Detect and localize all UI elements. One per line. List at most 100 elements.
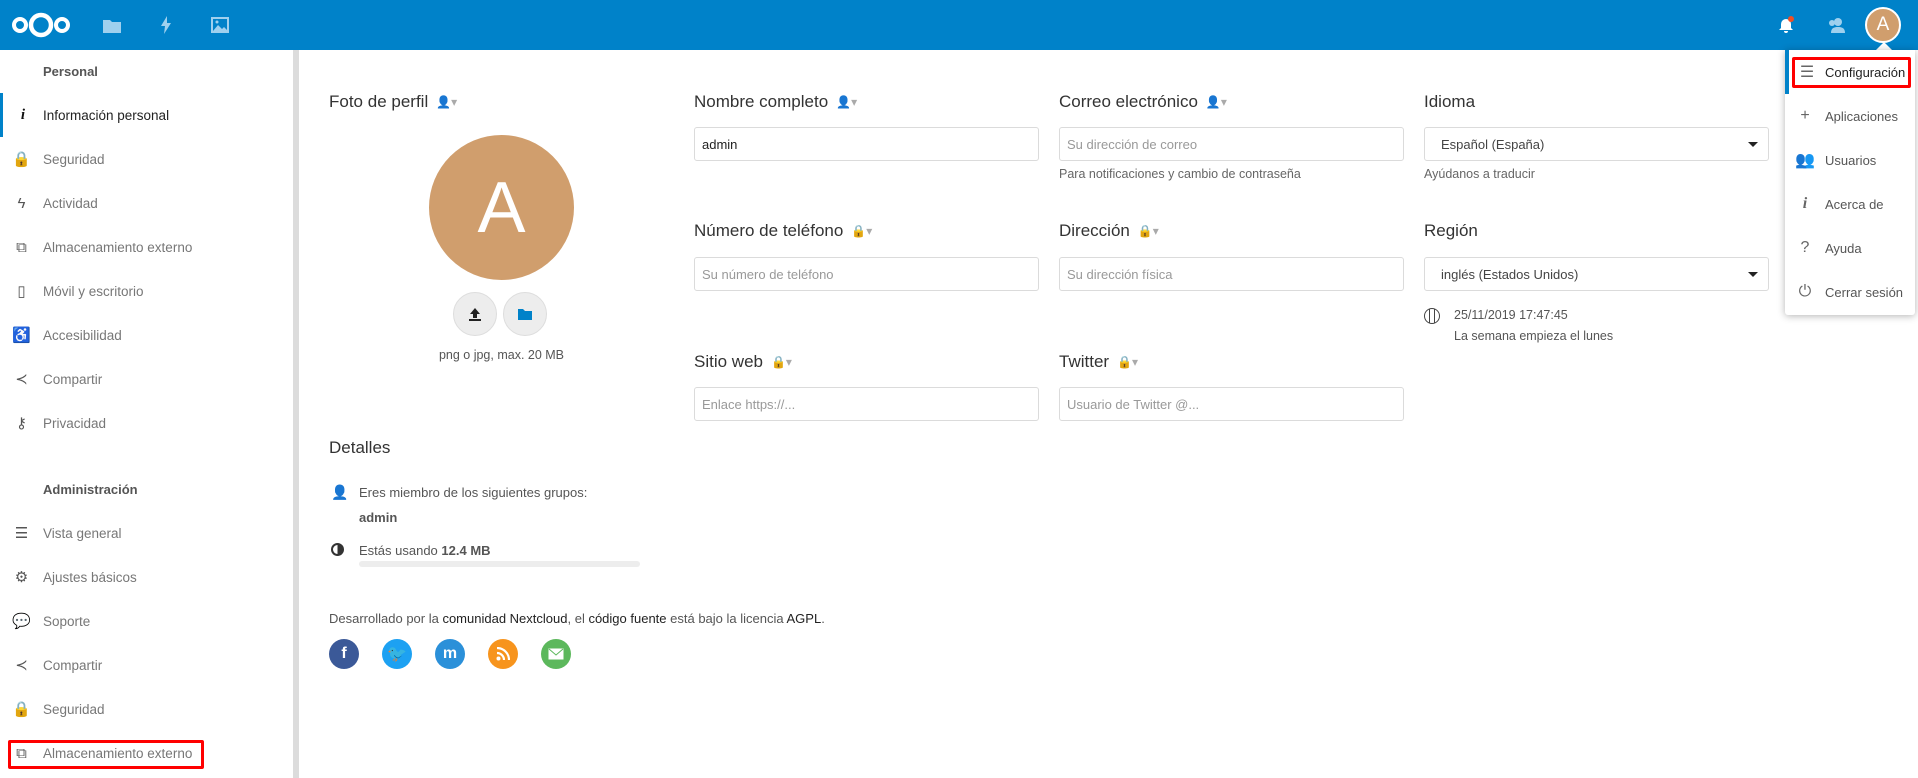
users-icon: 👥 — [1795, 152, 1815, 169]
files-icon[interactable] — [100, 13, 124, 37]
sidebar-heading-admin: Administración — [43, 482, 138, 497]
mastodon-icon[interactable]: m — [435, 639, 465, 669]
caret-down-icon — [1748, 142, 1758, 147]
sidebar-item[interactable]: ♿ Accesibilidad — [0, 313, 293, 357]
phone-input[interactable] — [694, 257, 1039, 291]
visibility-scope-icon[interactable]: 👤▾ — [1206, 95, 1227, 109]
sidebar-item[interactable]: ⚙ Ajustes básicos — [0, 555, 293, 599]
photo-heading: Foto de perfil 👤▾ — [329, 92, 458, 111]
community-link[interactable]: comunidad Nextcloud — [442, 611, 567, 626]
quota-icon — [331, 543, 344, 556]
menu-item[interactable]: ⏻ Cerrar sesión — [1785, 270, 1915, 314]
region-datetime: 25/11/2019 17:47:45 — [1454, 308, 1568, 322]
menu-item[interactable]: i Acerca de — [1785, 182, 1915, 226]
phone-icon: ▯ — [17, 283, 26, 300]
sidebar-item[interactable]: i Información personal — [0, 93, 293, 137]
sidebar-item[interactable]: 🔒 Seguridad — [0, 687, 293, 731]
accessibility-icon: ♿ — [12, 327, 31, 344]
email-hint: Para notificaciones y cambio de contrase… — [1059, 167, 1301, 181]
language-heading: Idioma — [1424, 92, 1476, 111]
share-icon: ≺ — [15, 371, 28, 388]
upload-icon — [469, 308, 481, 321]
menu-item[interactable]: ? Ayuda — [1785, 226, 1915, 270]
groups-value: admin — [359, 510, 398, 525]
list-icon: ☰ — [14, 525, 29, 542]
email-input[interactable] — [1059, 127, 1404, 161]
lock-scope-icon[interactable]: 🔒▾ — [771, 355, 792, 369]
sidebar-item[interactable]: ≺ Compartir — [0, 643, 293, 687]
info-icon: i — [1802, 195, 1808, 212]
bell-icon[interactable] — [1774, 13, 1798, 37]
sidebar-item[interactable]: 💬 Soporte — [0, 599, 293, 643]
full-name-input[interactable] — [694, 127, 1039, 161]
menu-item-label: Usuarios — [1825, 152, 1877, 168]
source-code-link[interactable]: código fuente — [588, 611, 666, 626]
profile-avatar: A — [429, 135, 574, 280]
globe-icon — [1424, 308, 1440, 324]
website-input[interactable] — [694, 387, 1039, 421]
sidebar-item[interactable]: 🔒 Seguridad — [0, 137, 293, 181]
sidebar-item[interactable]: ▯ Móvil y escritorio — [0, 269, 293, 313]
address-input[interactable] — [1059, 257, 1404, 291]
menu-pointer — [1876, 42, 1892, 50]
share-icon: ≺ — [15, 657, 28, 674]
visibility-scope-icon[interactable]: 👤▾ — [836, 95, 857, 109]
footer-credits: Desarrollado por la comunidad Nextcloud,… — [329, 611, 825, 626]
website-heading: Sitio web 🔒▾ — [694, 352, 792, 371]
groups-text: Eres miembro de los siguientes grupos: — [359, 485, 588, 500]
user-icon: 👤 — [331, 484, 349, 500]
facebook-icon[interactable]: f — [329, 639, 359, 669]
caret-down-icon — [1748, 272, 1758, 277]
help-icon: ? — [1800, 239, 1810, 256]
sidebar-item[interactable]: ϟ Actividad — [0, 181, 293, 225]
upload-photo-button[interactable] — [453, 292, 497, 336]
language-select[interactable]: Español (España) — [1424, 127, 1769, 161]
sidebar-item-label: Vista general — [43, 525, 122, 541]
sidebar-item-label: Compartir — [43, 371, 103, 387]
activity-icon: ϟ — [17, 194, 26, 212]
sidebar-item[interactable]: ≺ Compartir — [0, 357, 293, 401]
rss-icon[interactable] — [488, 639, 518, 669]
twitter-icon[interactable]: 🐦 — [382, 639, 412, 669]
menu-item-label: Cerrar sesión — [1825, 284, 1904, 300]
lock-icon: 🔒 — [12, 151, 31, 168]
lock-scope-icon[interactable]: 🔒▾ — [1117, 355, 1138, 369]
lock-scope-icon[interactable]: 🔒▾ — [851, 224, 872, 238]
help-translate-link[interactable]: Ayúdanos a traducir — [1424, 167, 1535, 181]
sidebar-item[interactable]: ⧉ Almacenamiento externo — [0, 225, 293, 269]
full-name-heading: Nombre completo 👤▾ — [694, 92, 858, 111]
address-heading: Dirección 🔒▾ — [1059, 221, 1159, 240]
menu-item[interactable]: 👥 Usuarios — [1785, 138, 1915, 182]
speech-bubble-icon: 💬 — [12, 613, 31, 630]
user-menu: ☰ Configuración + Aplicaciones 👥 Usuarios i Ace… — [1785, 50, 1915, 315]
lock-icon: 🔒 — [12, 701, 31, 718]
user-avatar-button[interactable]: A — [1865, 7, 1901, 43]
choose-from-files-button[interactable] — [503, 292, 547, 336]
sidebar-heading-personal: Personal — [43, 64, 98, 79]
mail-icon[interactable] — [541, 639, 571, 669]
sidebar-item[interactable]: ⚷ Privacidad — [0, 401, 293, 445]
external-link-icon: ⧉ — [16, 238, 27, 256]
lock-scope-icon[interactable]: 🔒▾ — [1138, 224, 1159, 238]
gear-icon: ⚙ — [14, 569, 29, 586]
region-select[interactable]: inglés (Estados Unidos) — [1424, 257, 1769, 291]
photos-icon[interactable] — [208, 13, 232, 37]
power-icon: ⏻ — [1798, 283, 1812, 300]
sidebar-item[interactable]: ☰ Vista general — [0, 511, 293, 555]
photo-hint: png o jpg, max. 20 MB — [438, 348, 565, 362]
menu-item[interactable]: + Aplicaciones — [1785, 94, 1915, 138]
details-heading: Detalles — [329, 438, 391, 457]
week-start: La semana empieza el lunes — [1454, 329, 1614, 343]
nextcloud-logo[interactable] — [10, 11, 72, 39]
menu-item-label: Ayuda — [1825, 240, 1862, 256]
agpl-link[interactable]: AGPL — [787, 611, 822, 626]
phone-heading: Número de teléfono 🔒▾ — [694, 221, 873, 240]
highlight-box-configuracion — [1792, 57, 1911, 88]
sidebar-item-label: Compartir — [43, 657, 103, 673]
sidebar-item-label: Soporte — [43, 613, 91, 629]
activity-icon[interactable] — [154, 13, 178, 37]
visibility-scope-icon[interactable]: 👤▾ — [436, 95, 457, 109]
contacts-icon[interactable] — [1824, 13, 1848, 37]
twitter-input[interactable] — [1059, 387, 1404, 421]
usage-text: Estás usando 12.4 MB — [359, 543, 491, 558]
